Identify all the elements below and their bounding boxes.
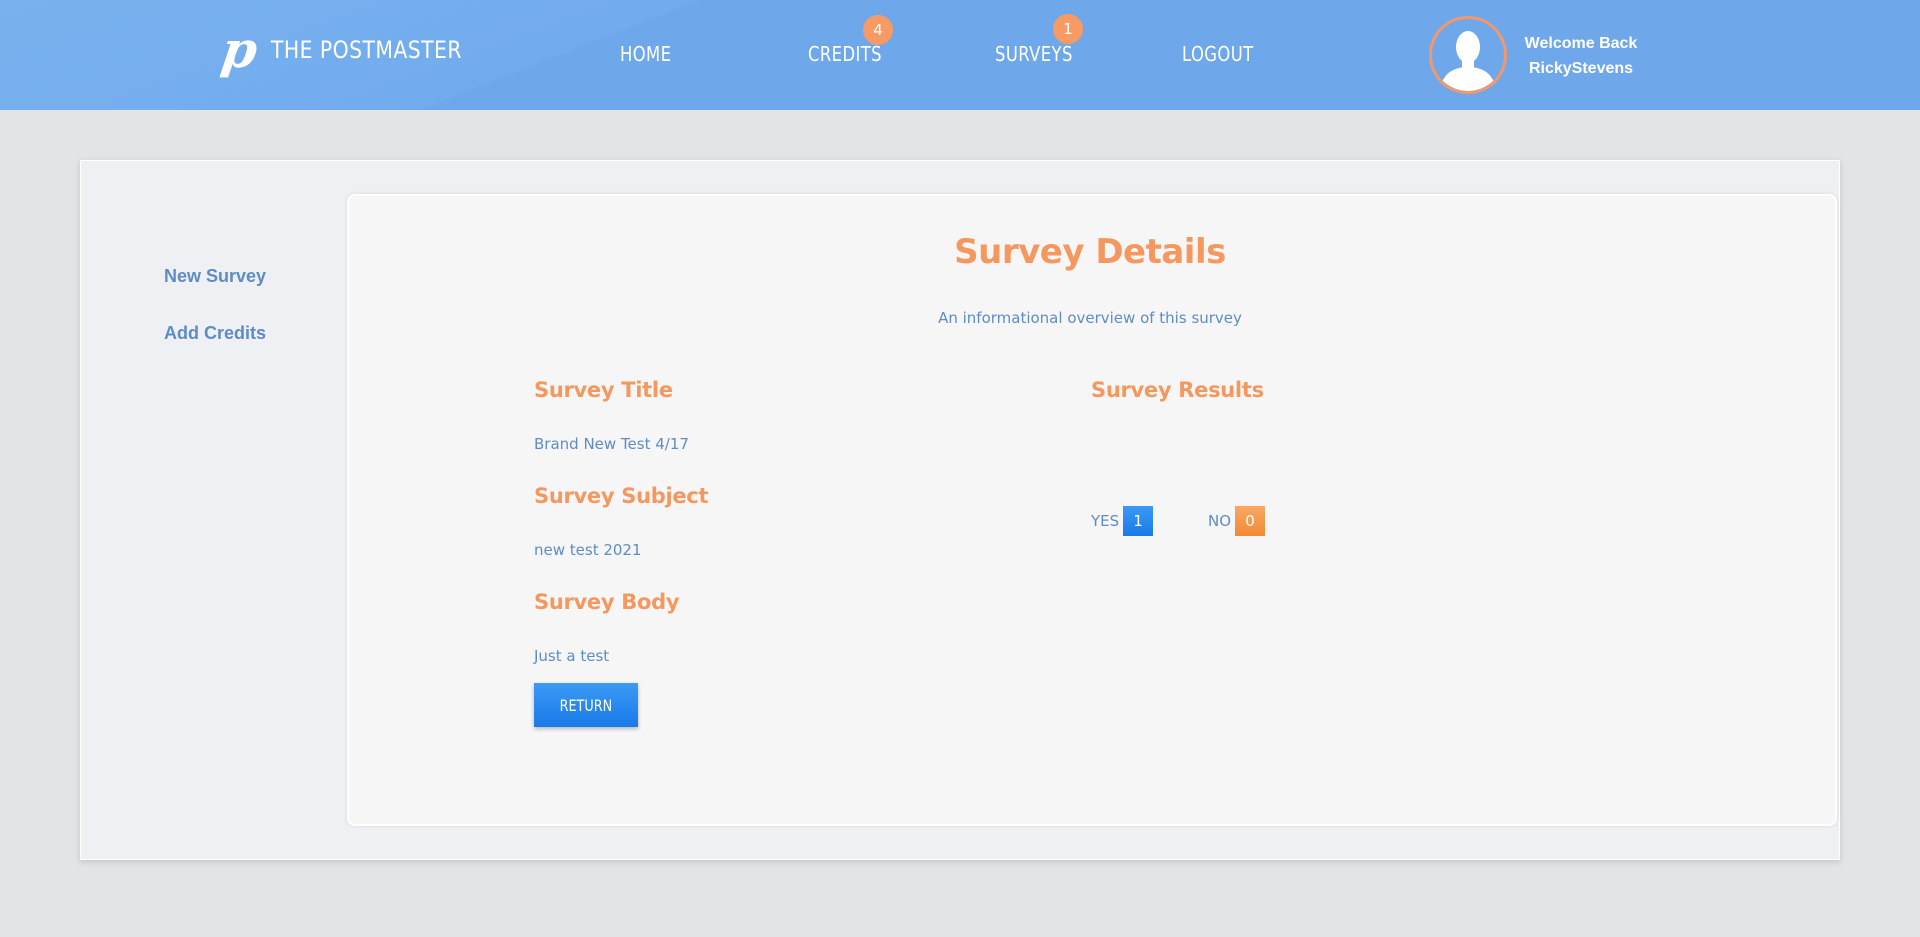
nav-home[interactable]: HOME xyxy=(620,42,671,72)
survey-title-heading: Survey Title xyxy=(534,378,673,402)
welcome-greeting: Welcome Back xyxy=(1524,35,1638,52)
result-no: NO 0 xyxy=(1208,506,1266,536)
nav-surveys[interactable]: SURVEYS xyxy=(995,42,1073,72)
page-subtitle: An informational overview of this survey xyxy=(938,309,1242,327)
page-title: Survey Details xyxy=(954,232,1226,272)
result-yes: YES 1 xyxy=(1091,506,1154,536)
survey-title-value: Brand New Test 4/17 xyxy=(534,435,689,453)
survey-body-heading: Survey Body xyxy=(534,590,680,614)
sidebar-item-add-credits[interactable]: Add Credits xyxy=(164,323,266,344)
survey-subject-value: new test 2021 xyxy=(534,541,642,559)
logo-mark-icon: p xyxy=(217,20,262,79)
nav-logout[interactable]: LOGOUT xyxy=(1182,42,1254,72)
result-yes-label: YES xyxy=(1091,512,1120,530)
sidebar-item-new-survey[interactable]: New Survey xyxy=(164,266,266,287)
welcome-username: RickyStevens xyxy=(1528,60,1634,77)
avatar[interactable] xyxy=(1429,16,1507,94)
result-no-label: NO xyxy=(1208,512,1232,530)
brand-name: THE POSTMASTER xyxy=(270,36,462,64)
survey-results-heading: Survey Results xyxy=(1091,378,1264,402)
result-yes-count: 1 xyxy=(1123,506,1154,536)
surveys-count-badge: 1 xyxy=(1053,14,1083,44)
survey-subject-heading: Survey Subject xyxy=(534,484,709,508)
return-button[interactable]: RETURN xyxy=(534,683,638,727)
survey-body-value: Just a test xyxy=(534,647,610,665)
brand-logo[interactable]: p THE POSTMASTER xyxy=(217,20,496,79)
credits-count-badge: 4 xyxy=(863,15,893,45)
user-silhouette-icon xyxy=(1440,31,1496,91)
result-no-count: 0 xyxy=(1235,506,1266,536)
top-header: p THE POSTMASTER HOME CREDITS 4 SURVEYS … xyxy=(0,0,1920,110)
return-button-label: RETURN xyxy=(559,695,613,715)
welcome-message: Welcome Back RickyStevens xyxy=(1520,31,1642,81)
nav-credits[interactable]: CREDITS xyxy=(808,42,882,72)
